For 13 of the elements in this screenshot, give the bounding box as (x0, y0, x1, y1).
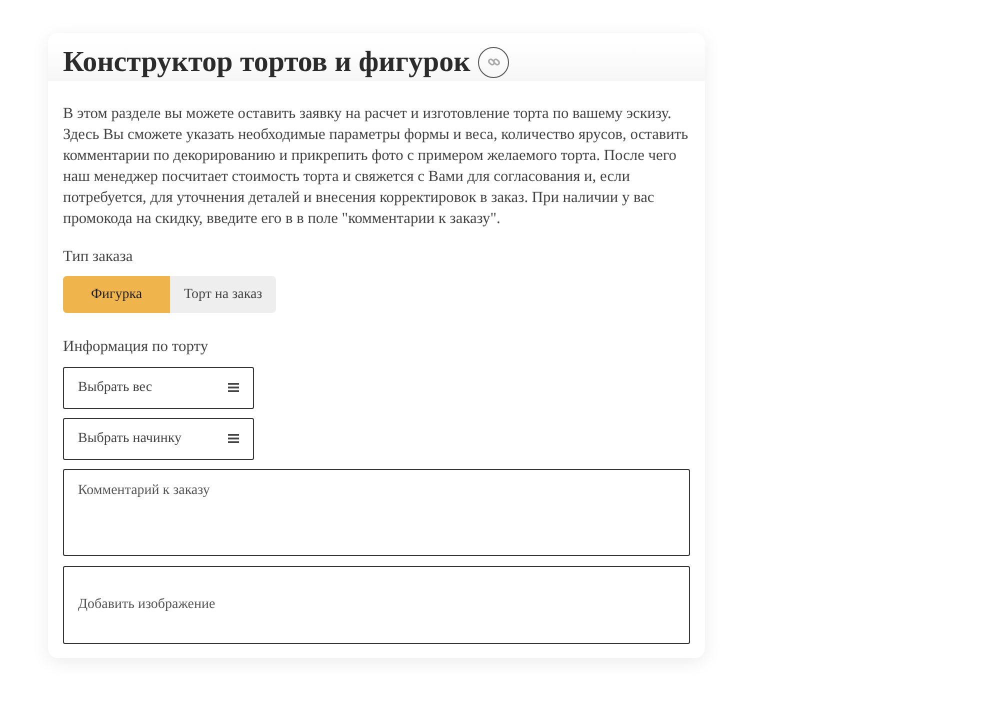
menu-icon (228, 383, 239, 392)
link-icon[interactable] (478, 46, 510, 78)
cake-info-label: Информация по торту (63, 337, 210, 358)
select-field[interactable]: Выбрать начинку (63, 418, 254, 460)
comment-field[interactable]: Комментарий к заказу (63, 468, 690, 556)
order-type-option[interactable]: Торт на заказ (170, 276, 276, 314)
description-text: В этом разделе вы можете оставить заявку на расчет и изготовление торта по вашему эскизу. Здесь Вы сможете указать необходимые параметры формы и веса, количество ярусов, оставить комментарии по декорированию и прикрепить фото с примером желаемого торта. После чего наш менеджер посчитает стоимость торта и свяжется с Вами для согласования и, если потребуется, для уточнения деталей и внесения корректировок в заказ. При наличии у вас промокода на скидку, введите его в в поле "комментарии к заказу". (63, 104, 690, 229)
order-type-option[interactable]: Фигурка (63, 276, 170, 314)
image-upload-field[interactable]: Добавить изображение (63, 566, 690, 644)
order-type-label: Тип заказа (63, 247, 134, 267)
page-title: Конструктор тортов и фигурок (63, 45, 470, 80)
select-field[interactable]: Выбрать вес (63, 366, 254, 408)
menu-icon (228, 434, 239, 443)
